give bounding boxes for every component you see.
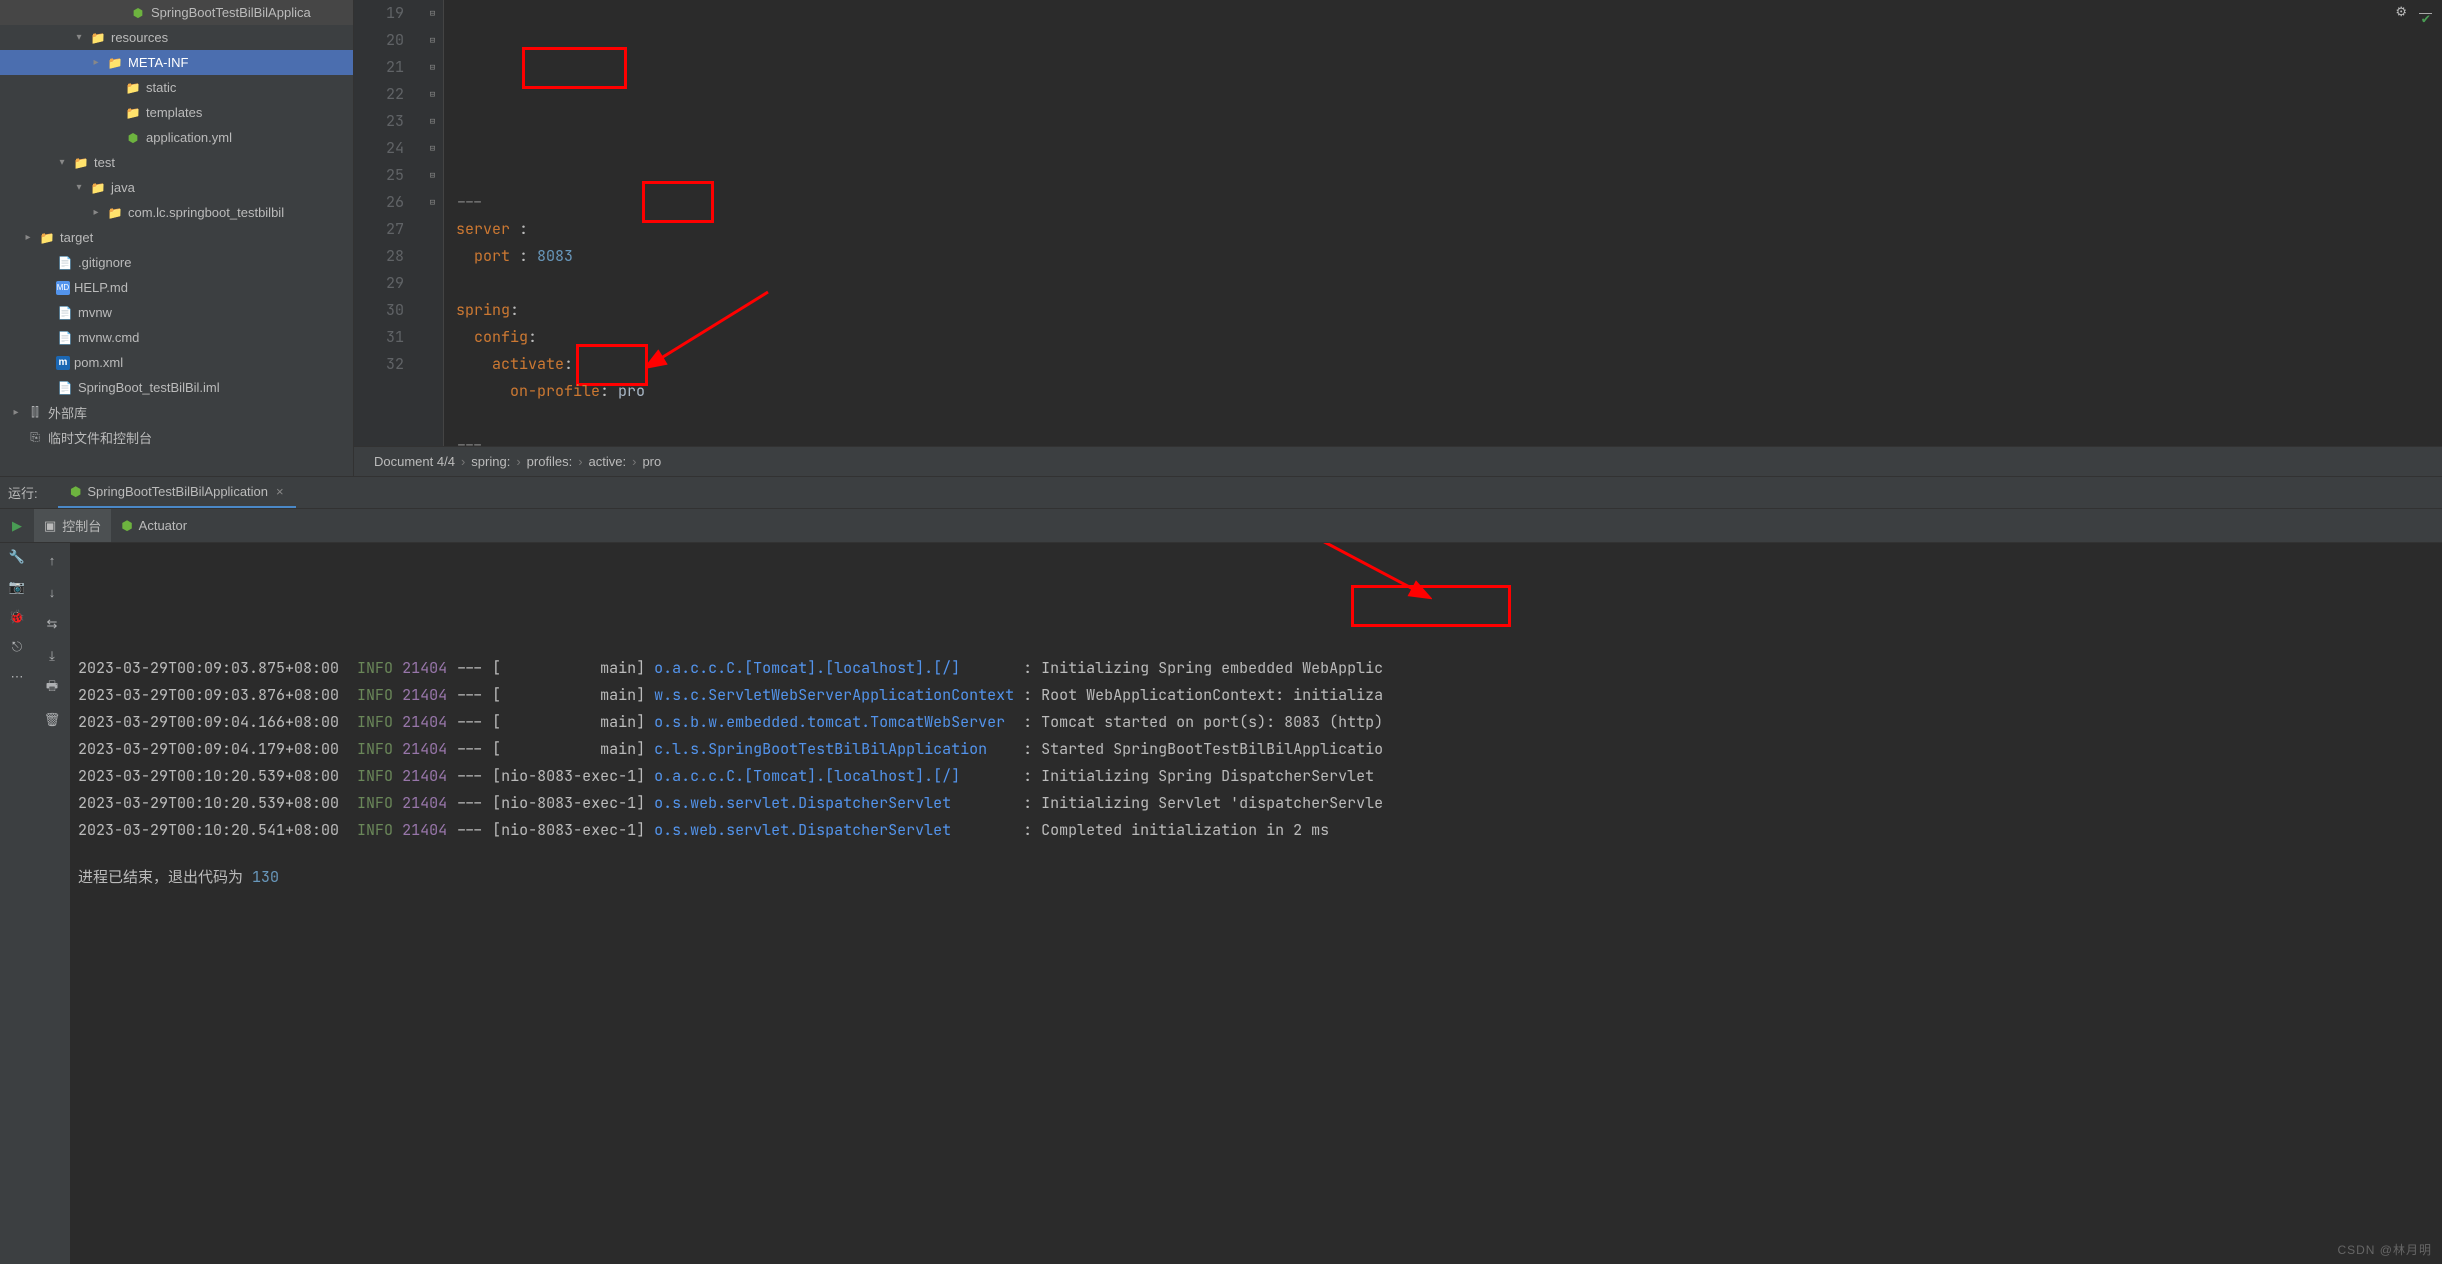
hide-icon[interactable]: — — [2419, 5, 2432, 20]
console-output[interactable]: 2023-03-29T00:09:03.875+08:00 INFO 21404… — [70, 543, 2442, 1264]
log-line: 2023-03-29T00:09:03.875+08:00 INFO 21404… — [78, 655, 2434, 682]
up-arrow-icon[interactable]: ↑ — [41, 549, 63, 571]
log-line: 2023-03-29T00:10:20.541+08:00 INFO 21404… — [78, 817, 2434, 844]
console-toolbar: ↑ ↓ ⇆ ⤓ 🖶 🗑 — [34, 543, 70, 1264]
tree-item[interactable]: 📁templates — [0, 100, 353, 125]
annotation-box-port — [522, 47, 627, 89]
breadcrumb[interactable]: Document 4/4 › spring: › profiles: › act… — [354, 446, 2442, 476]
bug-icon[interactable]: 🐞 — [6, 606, 28, 628]
tree-item[interactable]: mpom.xml — [0, 350, 353, 375]
run-panel: 运行: ⬢ SpringBootTestBilBilApplication × … — [0, 476, 2442, 1264]
log-line: 2023-03-29T00:09:03.876+08:00 INFO 21404… — [78, 682, 2434, 709]
run-toolbar: ▶ ▣ 控制台 ⬢ Actuator — [0, 509, 2442, 543]
watermark: CSDN @林月明 — [2337, 1241, 2432, 1258]
soft-wrap-icon[interactable]: ⇆ — [41, 613, 63, 635]
actuator-tab[interactable]: ⬢ Actuator — [111, 509, 197, 542]
run-header: 运行: ⬢ SpringBootTestBilBilApplication × … — [0, 477, 2442, 509]
tree-item[interactable]: ▸📁META-INF — [0, 50, 353, 75]
spring-icon: ⬢ — [121, 518, 132, 534]
breadcrumb-p1[interactable]: spring: — [471, 454, 510, 469]
fold-gutter[interactable]: ⊟⊟⊟⊟⊟⊟⊟⊟ — [422, 0, 444, 446]
spring-icon: ⬢ — [70, 484, 81, 500]
log-line: 2023-03-29T00:09:04.166+08:00 INFO 21404… — [78, 709, 2434, 736]
breadcrumb-doc[interactable]: Document 4/4 — [374, 454, 455, 469]
more-icon[interactable]: ⋯ — [6, 666, 28, 688]
down-arrow-icon[interactable]: ↓ — [41, 581, 63, 603]
scroll-end-icon[interactable]: ⤓ — [41, 645, 63, 667]
settings-icon[interactable]: ⚙ — [2395, 4, 2407, 20]
breadcrumb-p4[interactable]: pro — [642, 454, 661, 469]
run-icon[interactable]: ▶ — [12, 518, 22, 534]
tree-item[interactable]: 📄mvnw — [0, 300, 353, 325]
tree-item[interactable]: ▸📁target — [0, 225, 353, 250]
annotation-box-tomcat-port — [1351, 585, 1511, 627]
terminal-icon: ▣ — [44, 518, 56, 534]
run-config-tab[interactable]: ⬢ SpringBootTestBilBilApplication × — [58, 477, 296, 508]
log-line: 2023-03-29T00:10:20.539+08:00 INFO 21404… — [78, 763, 2434, 790]
tree-item[interactable]: 📄.gitignore — [0, 250, 353, 275]
tree-item[interactable]: ⬢SpringBootTestBilBilApplica — [0, 0, 353, 25]
close-icon[interactable]: × — [276, 484, 284, 499]
tree-item[interactable]: ▾📁test — [0, 150, 353, 175]
tree-item[interactable]: 📄SpringBoot_testBilBil.iml — [0, 375, 353, 400]
trash-icon[interactable]: 🗑 — [41, 709, 63, 731]
run-label: 运行: — [0, 483, 58, 502]
exit-icon[interactable]: ⎋ — [6, 636, 28, 658]
tree-item[interactable]: ▾📁java — [0, 175, 353, 200]
camera-icon[interactable]: 📷 — [6, 576, 28, 598]
print-icon[interactable]: 🖶 — [41, 677, 63, 699]
tree-item[interactable]: 📁static — [0, 75, 353, 100]
editor: 1920212223242526272829303132 ⊟⊟⊟⊟⊟⊟⊟⊟ --… — [354, 0, 2442, 476]
external-libraries[interactable]: ▸ ⫿⫿ 外部库 — [0, 400, 353, 425]
code-content[interactable]: ---server : port : 8083spring: config: a… — [444, 0, 2442, 446]
breadcrumb-p3[interactable]: active: — [589, 454, 627, 469]
log-line: 2023-03-29T00:10:20.539+08:00 INFO 21404… — [78, 790, 2434, 817]
project-tree[interactable]: ⬢SpringBootTestBilBilApplica▾📁resources▸… — [0, 0, 354, 476]
tree-item[interactable]: 📄mvnw.cmd — [0, 325, 353, 350]
tree-item[interactable]: ▾📁resources — [0, 25, 353, 50]
line-gutter[interactable]: 1920212223242526272829303132 — [354, 0, 422, 446]
tree-item[interactable]: ⬢application.yml — [0, 125, 353, 150]
exit-line: 进程已结束，退出代码为 130 — [78, 864, 2434, 891]
wrench-icon[interactable]: 🔧 — [6, 546, 28, 568]
tree-item[interactable]: ▸📁com.lc.springboot_testbilbil — [0, 200, 353, 225]
annotation-arrow-2 — [1252, 543, 1432, 601]
tree-item[interactable]: MDHELP.md — [0, 275, 353, 300]
scratches[interactable]: ⎘ 临时文件和控制台 — [0, 425, 353, 450]
log-line: 2023-03-29T00:09:04.179+08:00 INFO 21404… — [78, 736, 2434, 763]
breadcrumb-p2[interactable]: profiles: — [527, 454, 573, 469]
console-tab[interactable]: ▣ 控制台 — [34, 509, 111, 542]
run-side-toolbar: 🔧 📷 🐞 ⎋ ⋯ — [0, 543, 34, 1264]
